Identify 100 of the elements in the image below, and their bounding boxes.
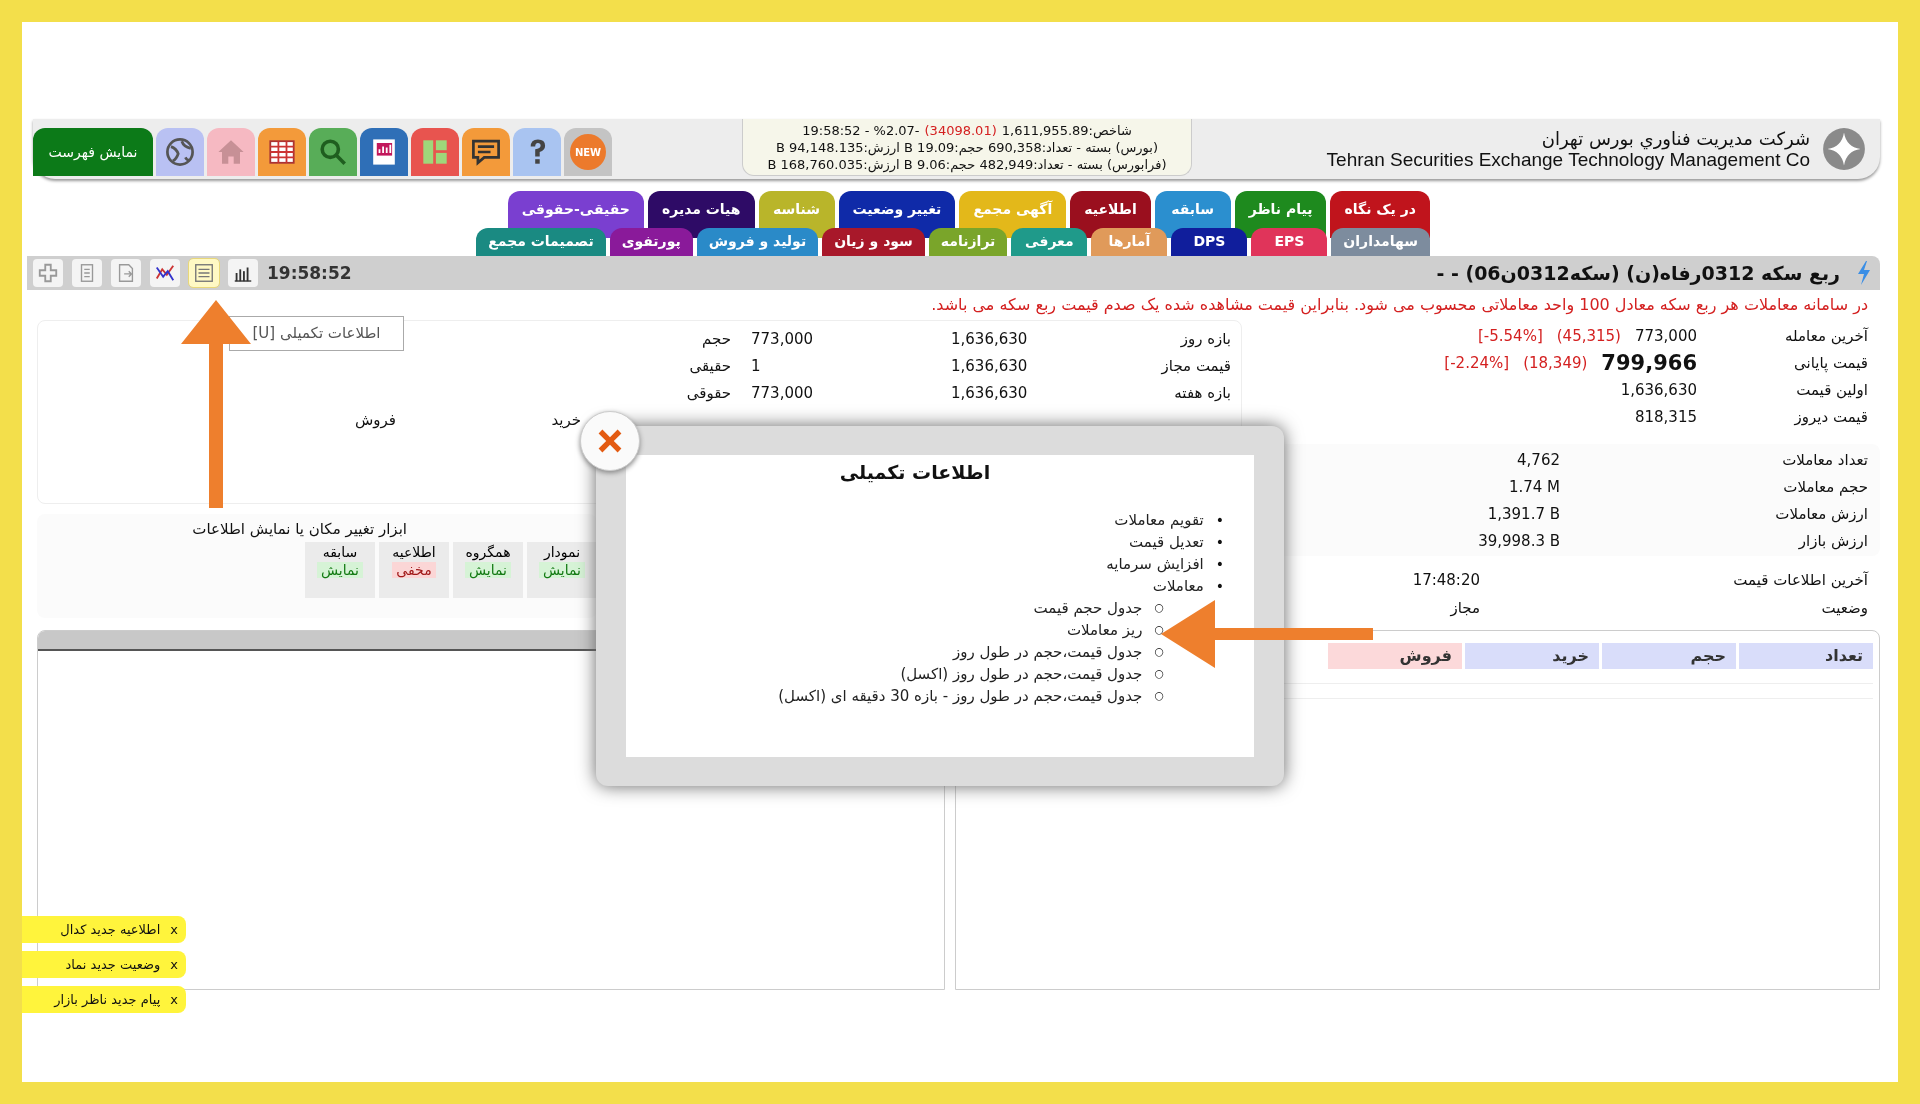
field-label: وضعیت — [1820, 599, 1869, 617]
book-chart-icon[interactable] — [360, 128, 408, 176]
close-button[interactable] — [580, 411, 640, 471]
tooltip: اطلاعات تکمیلی [U] — [229, 316, 404, 351]
menu-link[interactable]: تقویم معاملات — [1114, 509, 1204, 531]
field-value: 773,000 — [751, 383, 815, 402]
field-label: قیمت مجاز — [1160, 356, 1232, 375]
list-icon[interactable] — [189, 259, 219, 287]
field-value: 1 — [751, 356, 762, 375]
column-header: تعداد — [1739, 643, 1873, 669]
bullet-mark: • — [1215, 511, 1224, 530]
chat-icon[interactable] — [462, 128, 510, 176]
field-label: تعداد معاملات — [1781, 450, 1869, 469]
bullet-mark: • — [1215, 533, 1224, 552]
menu-link[interactable]: جدول قیمت،حجم در طول روز (اکسل) — [900, 663, 1143, 685]
table-icon[interactable] — [258, 128, 306, 176]
notification-text: اطلاعیه جدید کدال — [60, 922, 161, 937]
show-list-button[interactable]: نمایش فهرست — [33, 128, 153, 176]
menu-link[interactable]: ریز معاملات — [1066, 619, 1143, 641]
index-time-change: 19:58:52 - %2.07- — [802, 121, 920, 139]
field-value: 1,636,630 — [951, 329, 1029, 348]
tab[interactable]: تولید و فروش — [696, 228, 819, 256]
menu-link[interactable]: جدول قیمت،حجم در طول روز — [952, 641, 1143, 663]
field-label: قیمت پایانی — [1792, 353, 1869, 372]
bullet-mark: ○ — [1154, 644, 1164, 660]
price-value: 773,000 — [1634, 326, 1697, 345]
price-change: (18,349) — [1523, 353, 1588, 372]
toggle-button[interactable]: سابقه نمایش — [305, 542, 375, 598]
column-label: خرید — [550, 410, 581, 429]
bar-chart-icon[interactable] — [228, 259, 258, 287]
bullet-mark: • — [1215, 577, 1224, 596]
help-icon[interactable] — [513, 128, 561, 176]
column-header: خرید — [1465, 643, 1599, 669]
field-label: آخرین اطلاعات قیمت — [1732, 571, 1870, 589]
tools-caption: ابزار تغییر مکان یا نمایش اطلاعات — [192, 520, 407, 538]
line-chart-icon[interactable] — [150, 259, 180, 287]
field-value: 4,762 — [1517, 450, 1560, 469]
bullet-mark: ○ — [1154, 600, 1164, 616]
tab[interactable]: سود و زیان — [822, 228, 925, 256]
menu-link[interactable]: جدول قیمت،حجم در طول روز - بازه 30 دقیقه ای (اکسل) — [778, 685, 1143, 707]
field-value: 1,636,630 — [951, 356, 1029, 375]
toggle-button[interactable]: اطلاعیه مخفی — [379, 542, 449, 598]
field-label: بازه روز — [1179, 329, 1232, 348]
field-label: ارزش بازار — [1797, 531, 1869, 550]
tab[interactable]: تصمیمات مجمع — [476, 228, 606, 256]
field-value: مجاز — [1450, 599, 1480, 617]
menu-link[interactable]: تعدیل قیمت — [1129, 531, 1204, 553]
dialog-title: اطلاعات تکمیلی — [838, 461, 992, 483]
tab[interactable]: EPS — [1251, 228, 1328, 256]
close-mark[interactable]: x — [170, 922, 178, 937]
toggle-button[interactable]: همگروه نمایش — [453, 542, 523, 598]
field-label: حجم — [701, 329, 732, 348]
clock-time: 19:58:52 — [267, 263, 352, 283]
field-label: قیمت دیروز — [1793, 407, 1869, 426]
percent-change: [-5.54%] — [1478, 326, 1543, 345]
menu-link[interactable]: افزایش سرمایه — [1106, 553, 1204, 575]
field-value: 1,636,630 — [951, 383, 1029, 402]
column-header: حجم — [1602, 643, 1736, 669]
percent-change: [-2.24%] — [1444, 353, 1510, 372]
tab[interactable]: DPS — [1171, 228, 1248, 256]
add-icon[interactable] — [33, 259, 63, 287]
price-change: (45,315) — [1556, 326, 1621, 345]
bourse-summary: (بورس) بسته - تعداد:690,358 حجم:19.09 B ارزش:94,148.135 B — [776, 139, 1158, 156]
notice-text: در سامانه معاملات هر ربع سکه معادل 100 واحد معاملاتی محسوب می شود. بنابراین قیمت مشاهده شده یک صدم قیمت ربع سکه می باشد. — [930, 294, 1869, 317]
column-label: فروش — [354, 410, 396, 429]
column-header: فروش — [1328, 643, 1462, 669]
bullet-mark: ○ — [1154, 622, 1164, 638]
bullet-mark: ○ — [1154, 688, 1164, 704]
bullet-mark: • — [1215, 555, 1224, 574]
field-value: 39,998.3 B — [1478, 531, 1560, 550]
toggle-button[interactable]: نمودار نمایش — [527, 542, 597, 598]
field-label: اولین قیمت — [1795, 380, 1869, 399]
menu-link[interactable]: معاملات — [1152, 575, 1204, 597]
farabourse-summary: (فرابورس) بسته - تعداد:482,949 حجم:9.06 B ارزش:168,760.035 B — [767, 156, 1167, 173]
field-value: 1.74 M — [1508, 477, 1560, 496]
price-value: 1,636,630 — [1620, 380, 1697, 399]
field-label: آخرین معامله — [1784, 326, 1870, 345]
field-label: ارزش معاملات — [1774, 504, 1869, 523]
bullet-mark: ○ — [1154, 666, 1164, 682]
menu-link[interactable]: جدول حجم قیمت — [1033, 597, 1143, 619]
index-value: شاخص:1,611,955.89 — [1001, 121, 1132, 139]
field-label: بازه هفته — [1173, 383, 1232, 402]
close-mark[interactable]: x — [170, 957, 178, 972]
field-value: 773,000 — [751, 329, 815, 348]
search-icon[interactable] — [309, 128, 357, 176]
field-label: حجم معاملات — [1782, 477, 1869, 496]
globe-icon[interactable] — [156, 128, 204, 176]
close-mark[interactable]: x — [170, 992, 178, 1007]
notification-text: وضعیت جدید نماد — [65, 957, 161, 972]
company-logo — [1822, 127, 1866, 171]
tab[interactable]: پورتفوی — [609, 228, 693, 256]
field-label: حقیقی — [688, 356, 732, 375]
symbol-title: ربع سکه 0312رفاه(ن) (سکه0312ن06) - - — [1436, 262, 1840, 284]
field-label: حقوقی — [685, 383, 732, 402]
field-value: 17:48:20 — [1412, 571, 1480, 589]
price-value: 799,966 — [1601, 350, 1697, 375]
document-icon[interactable] — [72, 259, 102, 287]
price-value: 818,315 — [1634, 407, 1697, 426]
company-name: شرکت مدیریت فناوري بورس تهران — [1540, 127, 1810, 149]
lightning-icon — [1856, 261, 1872, 285]
